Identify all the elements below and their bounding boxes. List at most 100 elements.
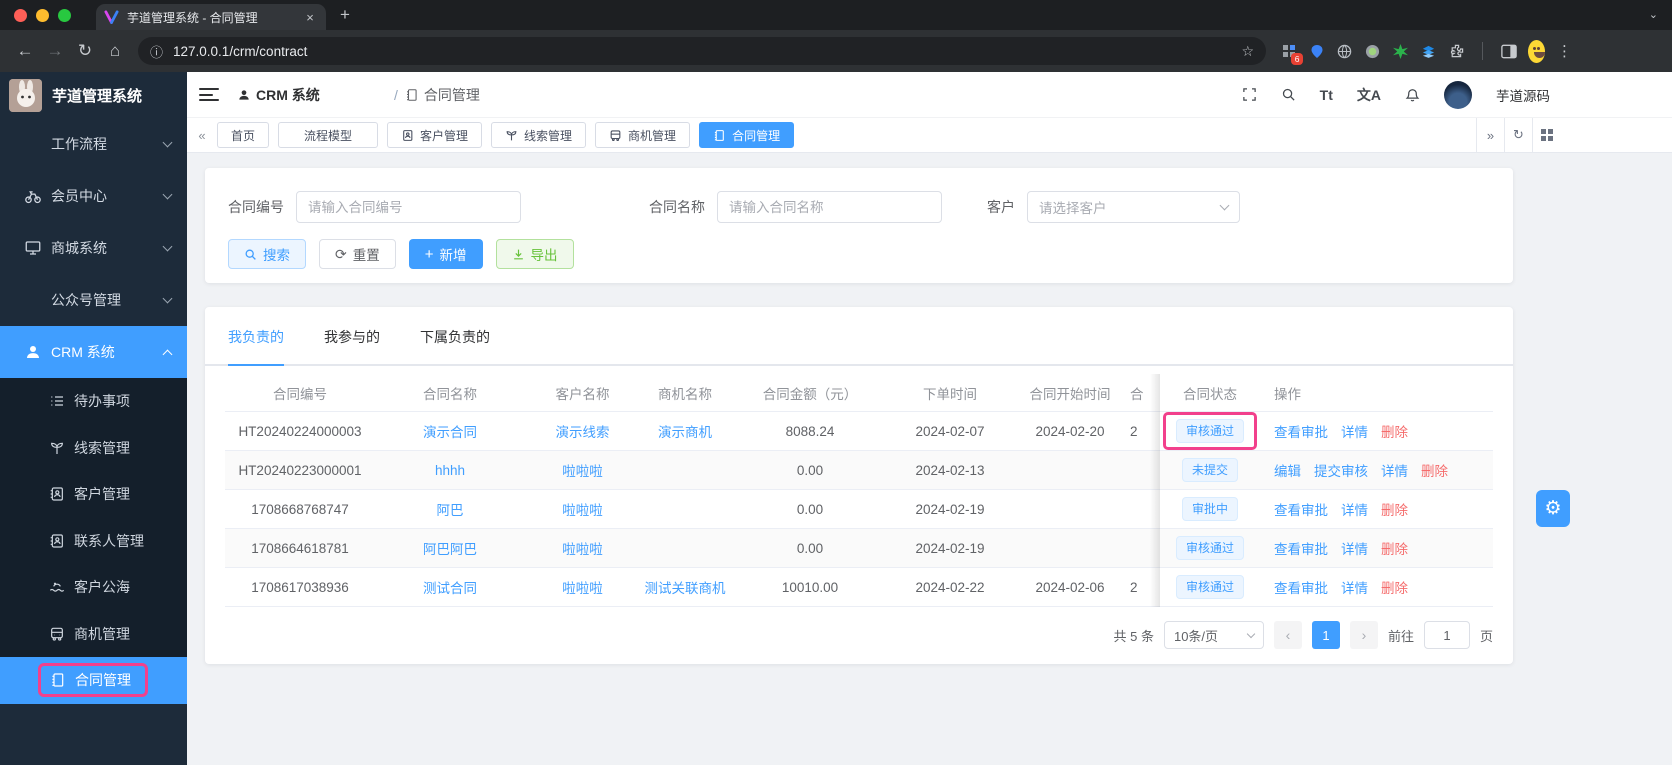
customer-name-link[interactable]: 啦啦啦	[562, 464, 603, 479]
view-approval-link[interactable]: 查看审批	[1274, 503, 1328, 518]
next-page-button[interactable]: ›	[1349, 621, 1378, 649]
contract-name-link[interactable]: 演示合同	[423, 425, 477, 440]
add-button[interactable]: + 新增	[408, 239, 483, 269]
forward-icon[interactable]: →	[40, 41, 70, 61]
page-size-select[interactable]: 10条/页	[1163, 621, 1264, 649]
opportunity-link[interactable]: 测试关联商机	[645, 581, 726, 596]
sidebar-item-crm-system[interactable]: CRM 系统	[0, 326, 187, 378]
layout-grid-icon[interactable]	[1532, 118, 1560, 152]
tags-scroll-left-icon[interactable]: «	[187, 128, 217, 143]
sidebar-item-contracts[interactable]: 合同管理	[0, 657, 187, 704]
customer-name-link[interactable]: 啦啦啦	[562, 581, 603, 596]
page-number-button[interactable]: 1	[1311, 621, 1340, 649]
delete-link[interactable]: 删除	[1381, 542, 1408, 557]
view-approval-link[interactable]: 查看审批	[1274, 581, 1328, 596]
delete-link[interactable]: 删除	[1381, 581, 1408, 596]
font-size-icon[interactable]: Tt	[1320, 87, 1333, 103]
contract-no-input[interactable]	[296, 191, 521, 223]
collapse-menu-icon[interactable]	[199, 88, 219, 101]
tab-search-icon[interactable]: ⌄	[1649, 8, 1658, 21]
submit-approval-link[interactable]: 提交审核	[1314, 464, 1368, 479]
tag-process-model[interactable]: 流程模型	[278, 122, 379, 148]
home-icon[interactable]: ⌂	[100, 41, 130, 61]
sidebar-item-official-account[interactable]: 公众号管理	[0, 274, 187, 326]
search-icon[interactable]	[1281, 87, 1296, 102]
site-info-icon[interactable]: ⓘ	[150, 42, 163, 61]
tab-subordinates[interactable]: 下属负责的	[420, 327, 490, 364]
detail-link[interactable]: 详情	[1341, 581, 1368, 596]
contract-name-link[interactable]: 测试合同	[423, 581, 477, 596]
tag-customers[interactable]: 客户管理	[387, 122, 483, 148]
back-icon[interactable]: ←	[10, 41, 40, 61]
sidebar-item-todo[interactable]: 待办事项	[0, 378, 187, 425]
extension-grid-icon[interactable]: 6	[1280, 43, 1303, 65]
fullscreen-icon[interactable]	[1242, 87, 1257, 102]
sidebar-item-customers[interactable]: 客户管理	[0, 471, 187, 518]
language-icon[interactable]: 文A	[1357, 85, 1381, 105]
delete-link[interactable]: 删除	[1381, 503, 1408, 518]
delete-link[interactable]: 删除	[1421, 464, 1448, 479]
address-bar[interactable]: ⓘ 127.0.0.1/crm/contract ☆	[138, 37, 1266, 65]
extensions-puzzle-icon[interactable]	[1448, 43, 1465, 60]
close-window-button[interactable]	[14, 8, 27, 22]
view-approval-link[interactable]: 查看审批	[1274, 425, 1328, 440]
refresh-page-icon[interactable]: ↻	[1504, 118, 1532, 152]
opportunity-link[interactable]: 演示商机	[658, 425, 712, 440]
customer-name-link[interactable]: 演示线索	[556, 425, 610, 440]
contract-name-input[interactable]	[717, 191, 942, 223]
customer-select[interactable]: 请选择客户	[1027, 191, 1240, 223]
customer-name-link[interactable]: 啦啦啦	[562, 503, 603, 518]
contract-name-link[interactable]: 阿巴	[437, 503, 464, 518]
profile-avatar-emoji[interactable]	[1528, 39, 1545, 63]
tab-my-participated[interactable]: 我参与的	[324, 327, 380, 364]
tab-close-icon[interactable]: ×	[302, 9, 318, 25]
reload-icon[interactable]: ↻	[70, 41, 100, 61]
sidebar-item-public-sea[interactable]: 客户公海	[0, 564, 187, 611]
contract-name-link[interactable]: 阿巴阿巴	[423, 542, 477, 557]
sidebar-item-opportunities[interactable]: 商机管理	[0, 611, 187, 658]
tags-scroll-right-icon[interactable]: »	[1476, 118, 1504, 152]
contract-name-link[interactable]: hhhh	[435, 463, 465, 478]
sidebar-item-workflow[interactable]: 工作流程	[0, 118, 187, 170]
prev-page-button[interactable]: ‹	[1273, 621, 1302, 649]
sidebar-item-leads[interactable]: 线索管理	[0, 425, 187, 472]
detail-link[interactable]: 详情	[1341, 425, 1368, 440]
bell-icon[interactable]	[1405, 87, 1420, 103]
url-text[interactable]: 127.0.0.1/crm/contract	[173, 44, 1231, 59]
tag-leads[interactable]: 线索管理	[491, 122, 587, 148]
extension-globe-icon[interactable]	[1336, 43, 1353, 60]
extension-circle-icon[interactable]	[1364, 43, 1381, 60]
tab-my-responsible[interactable]: 我负责的	[228, 327, 284, 366]
zoom-window-button[interactable]	[58, 8, 71, 22]
customer-name-link[interactable]: 啦啦啦	[562, 542, 603, 557]
extension-star-icon[interactable]	[1392, 43, 1409, 60]
browser-tab[interactable]: 芋道管理系统 - 合同管理 ×	[96, 4, 326, 30]
reset-button[interactable]: ⟳ 重置	[319, 239, 396, 269]
extension-layers-icon[interactable]	[1420, 43, 1437, 60]
edit-link[interactable]: 编辑	[1274, 464, 1301, 479]
detail-link[interactable]: 详情	[1341, 503, 1368, 518]
minimize-window-button[interactable]	[36, 8, 49, 22]
view-approval-link[interactable]: 查看审批	[1274, 542, 1328, 557]
extension-pin-icon[interactable]	[1308, 43, 1325, 60]
new-tab-button[interactable]: +	[340, 5, 350, 25]
search-button[interactable]: 搜索	[228, 239, 306, 269]
sidebar-item-mall-system[interactable]: 商城系统	[0, 222, 187, 274]
sidebar-item-contacts[interactable]: 联系人管理	[0, 518, 187, 565]
goto-page-input[interactable]	[1423, 621, 1470, 649]
tag-home[interactable]: 首页	[217, 122, 270, 148]
browser-menu-icon[interactable]: ⋮	[1556, 43, 1573, 60]
detail-link[interactable]: 详情	[1341, 542, 1368, 557]
tag-opportunities[interactable]: 商机管理	[595, 122, 691, 148]
sidebar-item-member-center[interactable]: 会员中心	[0, 170, 187, 222]
export-button[interactable]: 导出	[495, 239, 574, 269]
tag-contracts[interactable]: 合同管理	[699, 122, 795, 148]
side-panel-icon[interactable]	[1500, 43, 1517, 60]
breadcrumb-root[interactable]: CRM 系统	[237, 85, 387, 105]
bookmark-star-icon[interactable]: ☆	[1241, 43, 1254, 60]
user-avatar[interactable]	[1444, 80, 1472, 109]
settings-gear-button[interactable]: ⚙	[1536, 490, 1570, 527]
delete-link[interactable]: 删除	[1381, 425, 1408, 440]
user-name[interactable]: 芋道源码	[1496, 85, 1550, 105]
detail-link[interactable]: 详情	[1381, 464, 1408, 479]
